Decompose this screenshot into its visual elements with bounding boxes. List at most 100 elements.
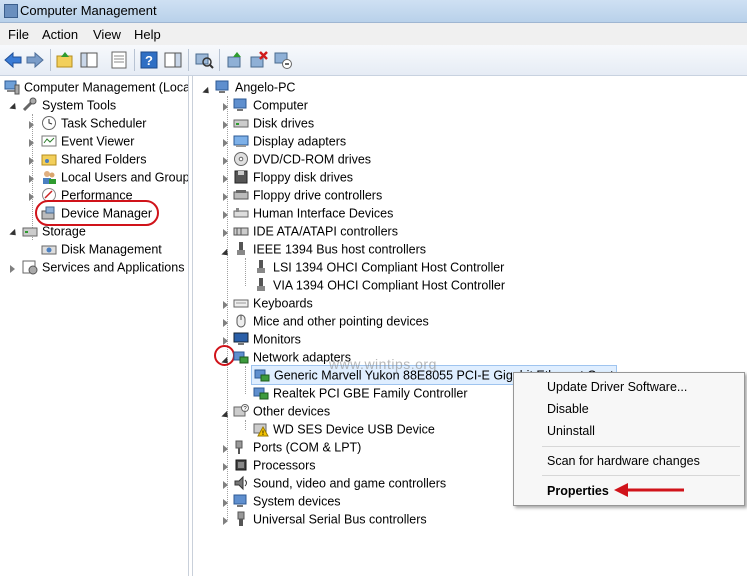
expand-hid[interactable] — [223, 211, 228, 219]
menu-item-uninstall[interactable]: Uninstall — [514, 421, 744, 441]
expand-system-tools[interactable] — [9, 102, 19, 113]
network-adapter-icon — [253, 387, 269, 400]
tree-item-event-viewer[interactable]: Event Viewer — [41, 132, 134, 150]
device-realtek-pci-gbe[interactable]: Realtek PCI GBE Family Controller — [253, 384, 468, 402]
expand-system-devices[interactable] — [223, 499, 228, 507]
expand-floppy-controllers[interactable] — [223, 193, 228, 201]
expand-usb[interactable] — [223, 517, 228, 525]
device-category-ide[interactable]: IDE ATA/ATAPI controllers — [233, 222, 398, 240]
dvd-drive-icon — [234, 151, 248, 166]
expand-processors[interactable] — [223, 463, 228, 471]
expand-dvd[interactable] — [223, 157, 228, 165]
disable-device-icon[interactable] — [273, 50, 293, 70]
tree-item-disk-management[interactable]: Disk Management — [41, 240, 162, 258]
device-category-ports[interactable]: Ports (COM & LPT) — [233, 438, 361, 456]
window-title: Computer Management — [20, 3, 157, 18]
display-adapter-icon — [233, 135, 249, 147]
device-category-hid[interactable]: Human Interface Devices — [233, 204, 393, 222]
tree-item-computer-management[interactable]: Computer Management (Local — [4, 78, 188, 96]
svg-text:?: ? — [145, 53, 153, 68]
device-tree-root[interactable]: Angelo-PC — [215, 78, 295, 96]
device-category-processors[interactable]: Processors — [233, 456, 316, 474]
forward-arrow-icon[interactable] — [25, 50, 45, 70]
device-category-computer[interactable]: Computer — [233, 96, 308, 114]
menu-action[interactable]: Action — [42, 27, 78, 42]
toolbar: ? — [0, 45, 747, 76]
device-category-disk-drives[interactable]: Disk drives — [233, 114, 314, 132]
services-icon — [22, 260, 38, 275]
device-category-usb[interactable]: Universal Serial Bus controllers — [233, 510, 427, 528]
expand-angelo-pc[interactable] — [202, 86, 212, 97]
menu-item-disable[interactable]: Disable — [514, 399, 744, 419]
expand-mice[interactable] — [223, 319, 228, 327]
svg-text:!: ! — [262, 431, 264, 437]
menu-item-scan-hardware[interactable]: Scan for hardware changes — [514, 451, 744, 471]
menu-view[interactable]: View — [93, 27, 121, 42]
expand-services[interactable] — [10, 265, 15, 273]
scan-hardware-icon[interactable] — [194, 50, 214, 70]
pc-icon — [215, 80, 229, 93]
warning-device-icon: ! — [253, 423, 269, 437]
expand-disk-drives[interactable] — [223, 121, 228, 129]
hid-icon — [233, 207, 249, 218]
system-device-icon — [233, 494, 247, 507]
device-category-monitors[interactable]: Monitors — [233, 330, 301, 348]
expand-task-scheduler[interactable] — [29, 121, 34, 129]
device-category-sound[interactable]: Sound, video and game controllers — [233, 474, 446, 492]
expand-performance[interactable] — [29, 193, 34, 201]
usb-icon — [237, 511, 245, 526]
device-category-floppy-disk[interactable]: Floppy disk drives — [233, 168, 353, 186]
up-folder-icon[interactable] — [55, 50, 75, 70]
show-hide-console-tree-icon[interactable] — [79, 50, 99, 70]
expand-ieee[interactable] — [221, 248, 231, 259]
device-category-display-adapters[interactable]: Display adapters — [233, 132, 346, 150]
device-category-floppy-controllers[interactable]: Floppy drive controllers — [233, 186, 382, 204]
device-wd-ses[interactable]: ! WD SES Device USB Device — [253, 420, 435, 438]
device-category-dvd[interactable]: DVD/CD-ROM drives — [233, 150, 371, 168]
users-icon — [43, 170, 56, 184]
help-icon[interactable]: ? — [139, 50, 159, 70]
device-via-1394[interactable]: VIA 1394 OHCI Compliant Host Controller — [253, 276, 505, 294]
expand-ide[interactable] — [223, 229, 228, 237]
ieee1394-controller-icon — [257, 277, 265, 291]
properties-list-icon[interactable] — [109, 50, 129, 70]
expand-storage[interactable] — [9, 228, 19, 239]
device-category-other-devices[interactable]: ? Other devices — [233, 402, 330, 420]
menu-item-update-driver[interactable]: Update Driver Software... — [514, 377, 744, 397]
tree-item-storage[interactable]: Storage — [22, 222, 86, 240]
tree-item-local-users[interactable]: Local Users and Groups — [41, 168, 188, 186]
tree-item-system-tools[interactable]: System Tools — [22, 96, 116, 114]
uninstall-device-icon[interactable] — [249, 50, 269, 70]
expand-keyboards[interactable] — [223, 301, 228, 309]
network-adapter-icon — [233, 351, 249, 364]
storage-icon — [22, 227, 38, 237]
expand-shared-folders[interactable] — [29, 157, 34, 165]
menu-help[interactable]: Help — [134, 27, 161, 42]
show-action-pane-icon[interactable] — [163, 50, 183, 70]
expand-floppy-disk[interactable] — [223, 175, 228, 183]
tree-item-shared-folders[interactable]: Shared Folders — [41, 150, 146, 168]
back-arrow-icon[interactable] — [3, 50, 23, 70]
device-category-ieee1394[interactable]: IEEE 1394 Bus host controllers — [233, 240, 426, 258]
tree-item-services-and-applications[interactable]: Services and Applications — [22, 258, 184, 276]
expand-event-viewer[interactable] — [29, 139, 34, 147]
expand-sound[interactable] — [223, 481, 228, 489]
device-category-system-devices[interactable]: System devices — [233, 492, 341, 510]
device-category-mice[interactable]: Mice and other pointing devices — [233, 312, 429, 330]
app-icon — [4, 4, 18, 18]
device-lsi-1394[interactable]: LSI 1394 OHCI Compliant Host Controller — [253, 258, 504, 276]
expand-computer[interactable] — [223, 103, 228, 111]
expand-display-adapters[interactable] — [223, 139, 228, 147]
monitor-icon — [233, 332, 249, 345]
device-category-keyboards[interactable]: Keyboards — [233, 294, 313, 312]
event-viewer-icon — [41, 135, 57, 147]
expand-ports[interactable] — [223, 445, 228, 453]
tree-item-task-scheduler[interactable]: Task Scheduler — [41, 114, 146, 132]
expand-monitors[interactable] — [223, 337, 228, 345]
shared-folder-icon — [41, 154, 57, 166]
expand-local-users[interactable] — [29, 175, 34, 183]
expand-other-devices[interactable] — [221, 410, 231, 421]
menu-file[interactable]: File — [8, 27, 29, 42]
console-tree-pane[interactable]: Computer Management (Local System Tools … — [0, 76, 189, 576]
update-driver-icon[interactable] — [225, 50, 245, 70]
